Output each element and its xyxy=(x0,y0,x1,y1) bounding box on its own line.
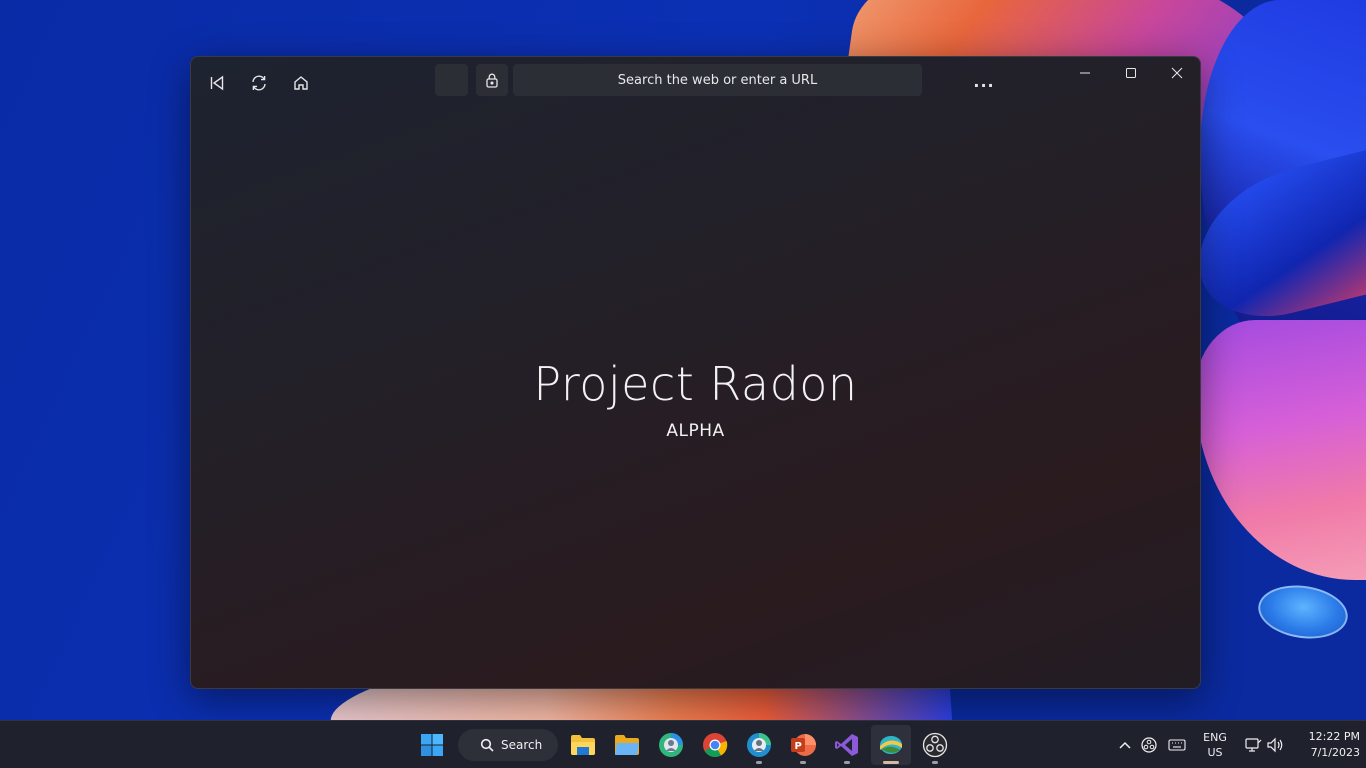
network-icon xyxy=(1245,738,1262,752)
powerpoint-icon: P xyxy=(791,734,816,756)
clock-date: 7/1/2023 xyxy=(1310,746,1360,759)
refresh-button[interactable] xyxy=(243,69,275,97)
taskbar-app-chrome[interactable] xyxy=(695,725,735,765)
running-indicator xyxy=(756,761,762,764)
speaker-icon xyxy=(1267,737,1283,753)
taskbar-search-button[interactable]: Search xyxy=(458,729,558,761)
volume-button[interactable] xyxy=(1264,721,1286,768)
taskbar-app-visual-studio[interactable] xyxy=(827,725,867,765)
close-icon xyxy=(1171,67,1183,79)
running-indicator xyxy=(800,761,806,764)
taskbar-app-file-explorer[interactable] xyxy=(563,725,603,765)
language-indicator[interactable]: ENG US xyxy=(1196,721,1234,768)
obs-icon xyxy=(922,732,948,758)
taskbar-app-powerpoint[interactable]: P xyxy=(783,725,823,765)
maximize-button[interactable] xyxy=(1108,57,1154,89)
visual-studio-icon xyxy=(835,734,858,756)
tray-obs-button[interactable] xyxy=(1138,721,1160,768)
more-options-button[interactable]: ... xyxy=(969,67,999,95)
minimize-button[interactable] xyxy=(1062,57,1108,89)
region-code: US xyxy=(1207,746,1223,759)
svg-text:P: P xyxy=(795,741,802,752)
taskbar-app-obs[interactable] xyxy=(915,725,955,765)
maximize-icon xyxy=(1126,68,1136,78)
taskbar: Search P ENG US 12:22 PM 7/1/2023 xyxy=(0,720,1366,768)
back-button[interactable] xyxy=(201,69,233,97)
edge-icon xyxy=(659,733,683,757)
start-button[interactable] xyxy=(412,725,452,765)
page-subtitle: ALPHA xyxy=(666,421,725,441)
language-code: ENG xyxy=(1203,731,1227,744)
back-to-start-icon xyxy=(210,75,224,91)
folder-open-icon xyxy=(615,735,639,755)
wallpaper-ribbon xyxy=(1195,320,1366,580)
obs-tray-icon xyxy=(1141,737,1157,753)
chevron-up-icon xyxy=(1119,741,1131,749)
keyboard-icon xyxy=(1168,739,1186,751)
radon-icon xyxy=(880,736,902,754)
taskbar-app-folder[interactable] xyxy=(607,725,647,765)
site-info-button[interactable] xyxy=(476,64,508,96)
wallpaper-droplet xyxy=(1254,579,1352,645)
lock-icon xyxy=(486,73,498,88)
clock-time: 12:22 PM xyxy=(1308,730,1360,743)
title-bar[interactable]: Search the web or enter a URL ... xyxy=(191,57,1200,105)
tab-button[interactable] xyxy=(435,64,468,96)
active-indicator xyxy=(883,761,899,764)
running-indicator xyxy=(844,761,850,764)
close-button[interactable] xyxy=(1154,57,1200,89)
clock[interactable]: 12:22 PM 7/1/2023 xyxy=(1290,721,1360,768)
browser-window: Search the web or enter a URL ... Projec… xyxy=(190,56,1201,689)
taskbar-app-edge-profile[interactable] xyxy=(651,725,691,765)
address-bar[interactable]: Search the web or enter a URL xyxy=(513,64,922,96)
network-button[interactable] xyxy=(1242,721,1264,768)
taskbar-search-label: Search xyxy=(501,738,543,752)
folder-icon xyxy=(571,735,595,755)
taskbar-app-project-radon[interactable] xyxy=(871,725,911,765)
show-hidden-icons-button[interactable] xyxy=(1114,721,1136,768)
minimize-icon xyxy=(1080,72,1090,74)
edge-dev-icon xyxy=(747,733,771,757)
home-button[interactable] xyxy=(285,69,317,97)
taskbar-app-edge-dev[interactable] xyxy=(739,725,779,765)
search-icon xyxy=(480,738,494,752)
running-indicator xyxy=(932,761,938,764)
chrome-icon xyxy=(703,733,728,758)
page-title: Project Radon xyxy=(533,357,858,411)
refresh-icon xyxy=(252,75,266,91)
windows-logo-icon xyxy=(421,734,443,756)
touch-keyboard-button[interactable] xyxy=(1166,721,1188,768)
home-icon xyxy=(294,76,308,90)
